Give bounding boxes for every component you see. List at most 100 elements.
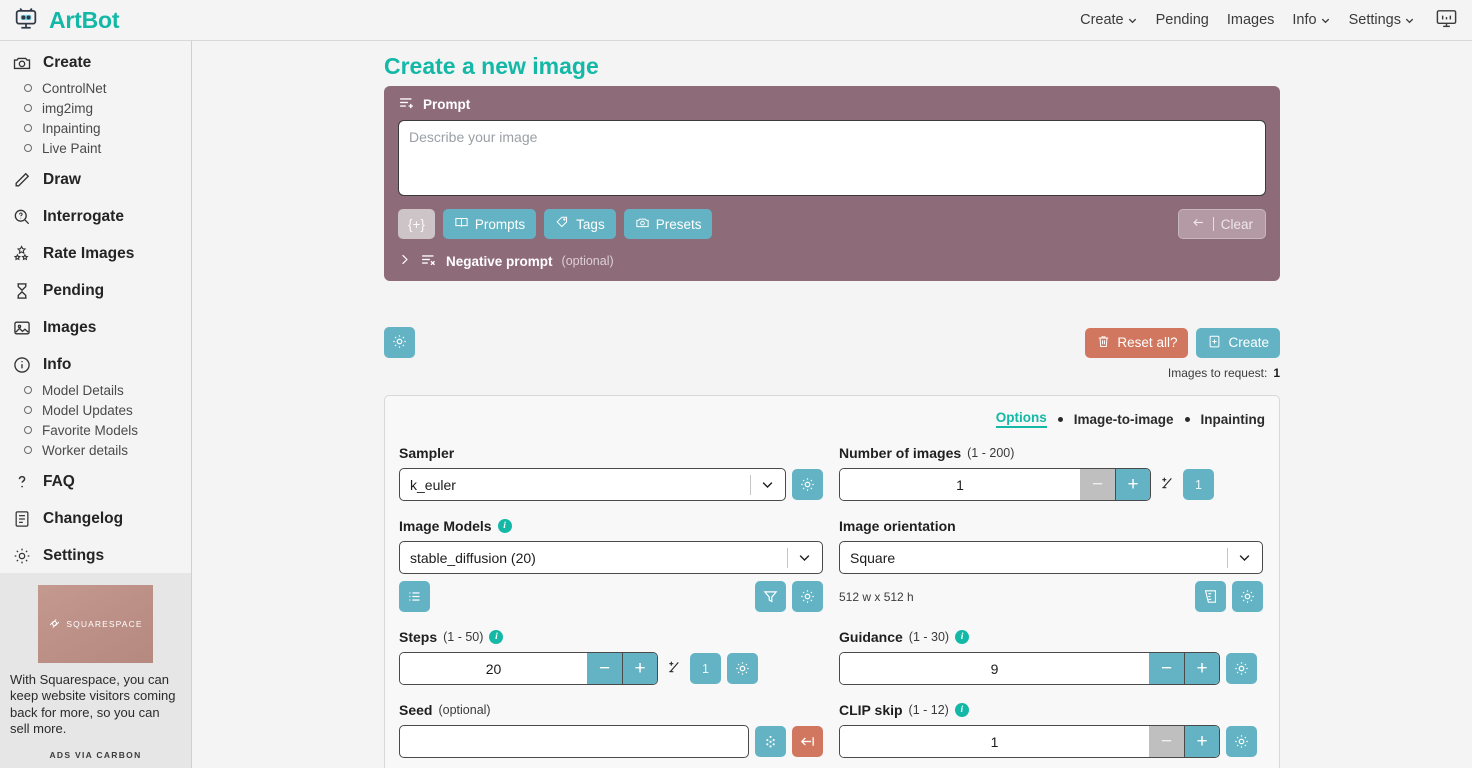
tags-button[interactable]: Tags xyxy=(544,209,616,239)
brand-logo[interactable]: ArtBot xyxy=(12,5,119,36)
nav-link-create[interactable]: Create xyxy=(1080,12,1138,28)
sidebar-item-draw[interactable]: Draw xyxy=(0,165,191,195)
advanced-settings-button[interactable] xyxy=(384,327,415,358)
negative-prompt-toggle[interactable]: Negative prompt (optional) xyxy=(398,251,1266,271)
seed-random-button[interactable] xyxy=(755,726,786,757)
clip-skip-decrement[interactable]: − xyxy=(1149,726,1184,757)
bullet-icon xyxy=(24,124,32,132)
sampler-settings-button[interactable] xyxy=(792,469,823,500)
sidebar-item-favorite-models[interactable]: Favorite Models xyxy=(0,420,191,440)
seed-clear-button[interactable] xyxy=(792,726,823,757)
number-of-images-increment[interactable]: + xyxy=(1115,469,1150,500)
sidebar-item-rate-images[interactable]: Rate Images xyxy=(0,239,191,269)
bullet-icon xyxy=(24,144,32,152)
sidebar-item-pending[interactable]: Pending xyxy=(0,276,191,306)
plus-minus-icon[interactable] xyxy=(664,659,684,679)
prompts-button[interactable]: Prompts xyxy=(443,209,536,239)
sidebar-nav: Create ControlNet img2img Inpainting Liv… xyxy=(0,41,191,571)
image-models-settings-button[interactable] xyxy=(792,581,823,612)
steps-quick-set[interactable]: 1 xyxy=(690,653,721,684)
image-orientation-ruler-button[interactable] xyxy=(1195,581,1226,612)
field-image-models: Image Models i stable_diffusion (20) xyxy=(399,518,837,612)
nav-link-settings[interactable]: Settings xyxy=(1349,12,1415,28)
seed-input[interactable] xyxy=(399,725,749,758)
select-separator xyxy=(787,548,788,568)
steps-range: (1 - 50) xyxy=(443,630,483,644)
sidebar-item-inpainting[interactable]: Inpainting xyxy=(0,118,191,138)
sidebar-item-label: Images xyxy=(43,319,96,337)
sidebar-item-worker-details[interactable]: Worker details xyxy=(0,440,191,460)
bullet-icon xyxy=(24,446,32,454)
guidance-input[interactable] xyxy=(840,653,1149,684)
question-mark-icon xyxy=(12,472,32,492)
guidance-decrement[interactable]: − xyxy=(1149,653,1184,684)
sidebar-item-model-details[interactable]: Model Details xyxy=(0,380,191,400)
sidebar-subitem-label: img2img xyxy=(42,101,93,116)
sidebar-item-images[interactable]: Images xyxy=(0,313,191,343)
steps-input[interactable] xyxy=(400,653,587,684)
insert-variable-button[interactable]: {+} xyxy=(398,209,435,239)
sidebar-item-model-updates[interactable]: Model Updates xyxy=(0,400,191,420)
clear-prompt-button[interactable]: Clear xyxy=(1178,209,1266,239)
info-icon[interactable]: i xyxy=(489,630,503,644)
tab-separator-dot xyxy=(1058,417,1063,422)
sidebar-item-interrogate[interactable]: Interrogate xyxy=(0,202,191,232)
sidebar-item-faq[interactable]: FAQ xyxy=(0,467,191,497)
clear-label: Clear xyxy=(1221,217,1253,232)
reset-all-button[interactable]: Reset all? xyxy=(1085,328,1188,358)
create-button[interactable]: Create xyxy=(1196,328,1280,358)
steps-settings-button[interactable] xyxy=(727,653,758,684)
sidebar-item-live-paint[interactable]: Live Paint xyxy=(0,138,191,158)
gear-icon xyxy=(799,476,816,493)
prompt-input[interactable] xyxy=(398,120,1266,196)
sidebar-item-settings[interactable]: Settings xyxy=(0,541,191,571)
sidebar-item-img2img[interactable]: img2img xyxy=(0,98,191,118)
image-models-list-button[interactable] xyxy=(399,581,430,612)
tab-image-to-image[interactable]: Image-to-image xyxy=(1074,412,1174,427)
options-tabs: Options Image-to-image Inpainting xyxy=(399,410,1265,428)
steps-increment[interactable]: + xyxy=(622,653,657,684)
gear-icon xyxy=(12,546,32,566)
image-orientation-settings-button[interactable] xyxy=(1232,581,1263,612)
sidebar-item-create[interactable]: Create xyxy=(0,48,191,78)
sidebar-item-changelog[interactable]: Changelog xyxy=(0,504,191,534)
sidebar-item-info[interactable]: Info xyxy=(0,350,191,380)
sidebar-subitem-label: Model Updates xyxy=(42,403,133,418)
chevron-right-icon xyxy=(398,253,411,269)
image-models-select[interactable]: stable_diffusion (20) xyxy=(399,541,823,574)
plus-minus-icon[interactable] xyxy=(1157,475,1177,495)
monitor-icon[interactable] xyxy=(1435,7,1458,33)
clip-skip-settings-button[interactable] xyxy=(1226,726,1257,757)
gear-icon xyxy=(1233,660,1250,677)
image-dimensions: 512 w x 512 h xyxy=(839,590,914,604)
image-models-filter-button[interactable] xyxy=(755,581,786,612)
clip-skip-input[interactable] xyxy=(840,726,1149,757)
sidebar-item-controlnet[interactable]: ControlNet xyxy=(0,78,191,98)
steps-decrement[interactable]: − xyxy=(587,653,622,684)
image-orientation-select[interactable]: Square xyxy=(839,541,1263,574)
clip-skip-increment[interactable]: + xyxy=(1184,726,1219,757)
number-of-images-label: Number of images (1 - 200) xyxy=(839,445,1277,461)
tag-icon xyxy=(555,215,570,233)
stars-icon xyxy=(12,244,32,264)
images-to-request-value: 1 xyxy=(1273,366,1280,380)
tab-inpainting[interactable]: Inpainting xyxy=(1201,412,1266,427)
guidance-settings-button[interactable] xyxy=(1226,653,1257,684)
nav-link-images[interactable]: Images xyxy=(1227,12,1275,28)
presets-button[interactable]: Presets xyxy=(624,209,713,239)
number-of-images-input[interactable] xyxy=(840,469,1080,500)
guidance-increment[interactable]: + xyxy=(1184,653,1219,684)
number-of-images-quick-set[interactable]: 1 xyxy=(1183,469,1214,500)
number-of-images-decrement[interactable]: − xyxy=(1080,469,1115,500)
info-icon[interactable]: i xyxy=(955,703,969,717)
tab-options[interactable]: Options xyxy=(996,410,1047,428)
bullet-icon xyxy=(24,386,32,394)
sidebar-advertisement[interactable]: SQUARESPACE With Squarespace, you can ke… xyxy=(0,573,191,768)
nav-link-info[interactable]: Info xyxy=(1292,12,1330,28)
search-question-icon xyxy=(12,207,32,227)
info-icon[interactable]: i xyxy=(498,519,512,533)
nav-link-pending[interactable]: Pending xyxy=(1156,12,1209,28)
lines-plus-icon xyxy=(398,94,415,114)
sampler-select[interactable]: k_euler xyxy=(399,468,786,501)
info-icon[interactable]: i xyxy=(955,630,969,644)
